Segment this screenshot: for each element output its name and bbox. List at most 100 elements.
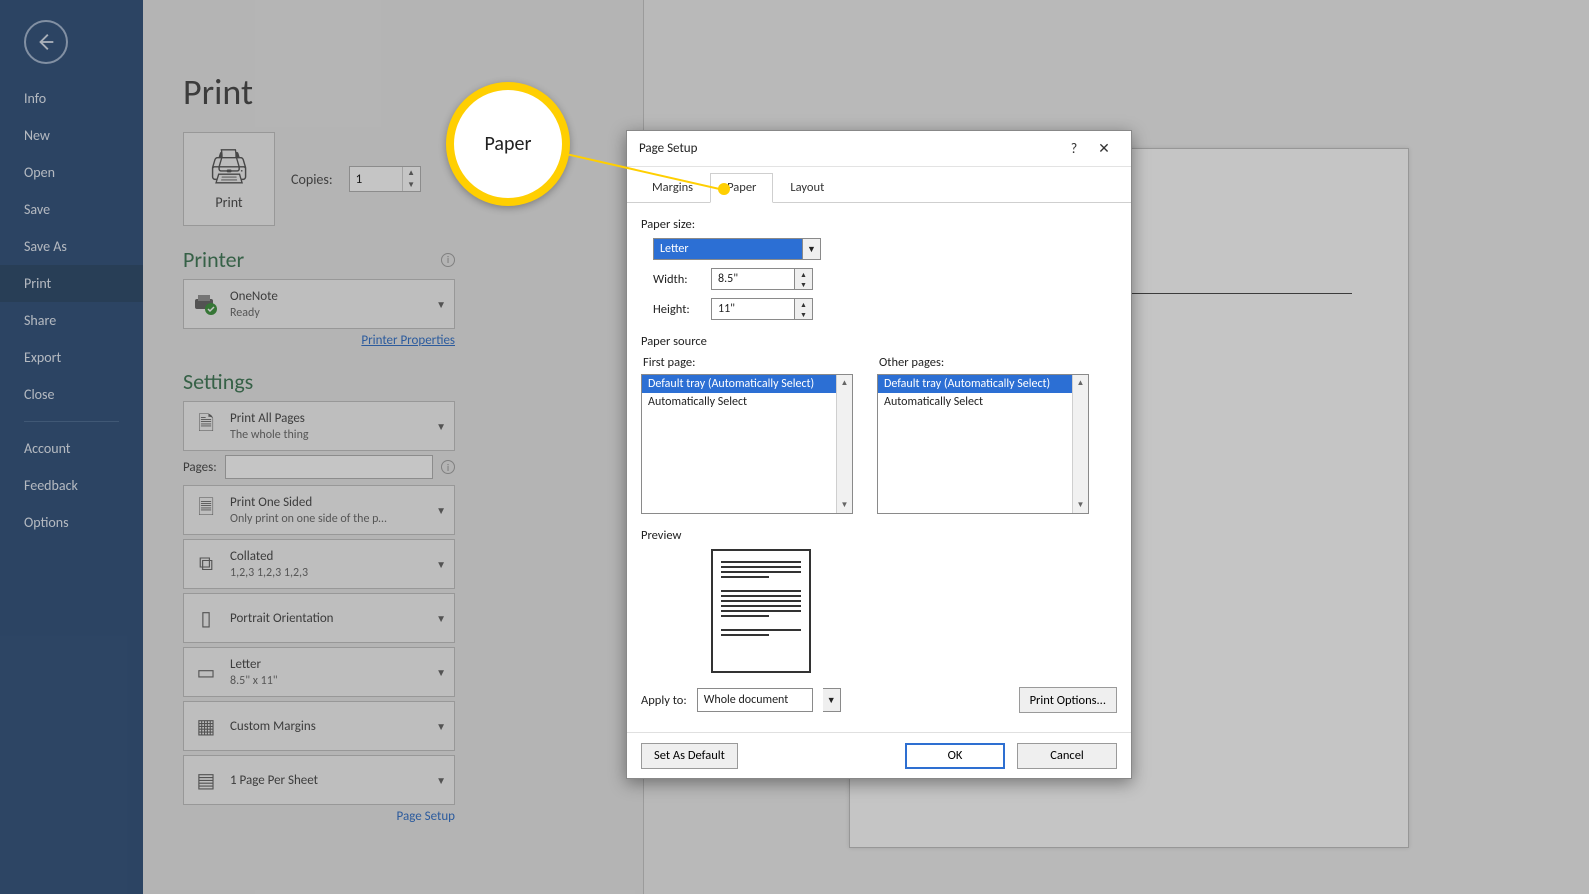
pages-icon: 🗎: [192, 412, 220, 440]
page-setup-dialog: Page Setup ? ✕ Margins Paper Layout Pape…: [626, 130, 1132, 779]
copies-value: 1: [350, 172, 402, 187]
copies-down[interactable]: ▼: [403, 179, 420, 191]
apply-to-label: Apply to:: [641, 693, 687, 708]
info-icon[interactable]: i: [441, 253, 455, 267]
printer-icon: 🖨: [207, 147, 250, 188]
portrait-icon: ▯: [192, 604, 220, 632]
nav-new[interactable]: New: [0, 117, 143, 154]
paper-size-dropdown[interactable]: ▭ Letter 8.5" x 11" ▼: [183, 647, 455, 697]
scrollbar[interactable]: ▲▼: [1072, 375, 1088, 513]
width-down[interactable]: ▼: [795, 279, 812, 289]
print-range-dropdown[interactable]: 🗎 Print All Pages The whole thing ▼: [183, 401, 455, 451]
chevron-down-icon: ▼: [436, 420, 446, 433]
scrollbar[interactable]: ▲▼: [836, 375, 852, 513]
callout-dot: [718, 183, 730, 195]
list-item[interactable]: Automatically Select: [642, 393, 852, 411]
backstage-sidebar: Info New Open Save Save As Print Share E…: [0, 0, 143, 894]
page-setup-link[interactable]: Page Setup: [183, 809, 455, 824]
nav-share[interactable]: Share: [0, 302, 143, 339]
width-spinner[interactable]: 8.5" ▲▼: [711, 268, 813, 290]
nav-save-as[interactable]: Save As: [0, 228, 143, 265]
collate-label: Collated: [230, 549, 273, 564]
margins-label: Custom Margins: [230, 719, 316, 734]
pages-input[interactable]: [225, 455, 433, 479]
width-up[interactable]: ▲: [795, 269, 812, 279]
dialog-close-button[interactable]: ✕: [1089, 134, 1119, 164]
copies-spinner[interactable]: 1 ▲▼: [349, 166, 421, 192]
nav-save[interactable]: Save: [0, 191, 143, 228]
other-pages-label: Other pages:: [879, 355, 1089, 370]
set-as-default-button[interactable]: Set As Default: [641, 743, 738, 769]
ok-button[interactable]: OK: [905, 743, 1005, 769]
tab-layout[interactable]: Layout: [773, 173, 841, 202]
list-item[interactable]: Default tray (Automatically Select): [642, 375, 852, 393]
chevron-down-icon[interactable]: ▼: [823, 688, 841, 712]
pages-label: Pages:: [183, 460, 217, 475]
arrow-left-icon: [35, 31, 57, 53]
print-options-button[interactable]: Print Options...: [1019, 687, 1117, 713]
collate-dropdown[interactable]: ⧉ Collated 1,2,3 1,2,3 1,2,3 ▼: [183, 539, 455, 589]
sheet-icon: ▤: [192, 766, 220, 794]
paper-size-combo[interactable]: Letter ▼: [653, 238, 1117, 260]
page-title: Print: [183, 70, 503, 114]
height-up[interactable]: ▲: [795, 299, 812, 309]
nav-options[interactable]: Options: [0, 504, 143, 541]
sides-sub: Only print on one side of the p…: [230, 512, 426, 526]
pages-per-sheet-dropdown[interactable]: ▤ 1 Page Per Sheet ▼: [183, 755, 455, 805]
height-value: 11": [712, 299, 794, 319]
tab-margins[interactable]: Margins: [635, 173, 710, 202]
margins-icon: ▦: [192, 712, 220, 740]
paper-source-label: Paper source: [641, 334, 1117, 349]
other-pages-tray-list[interactable]: Default tray (Automatically Select) Auto…: [877, 374, 1089, 514]
back-button[interactable]: [24, 20, 68, 64]
one-sided-icon: 🗏: [192, 496, 220, 524]
printer-dropdown[interactable]: OneNote Ready ▼: [183, 279, 455, 329]
margins-dropdown[interactable]: ▦ Custom Margins ▼: [183, 701, 455, 751]
chevron-down-icon[interactable]: ▼: [803, 238, 821, 260]
width-label: Width:: [653, 272, 701, 287]
printer-properties-link[interactable]: Printer Properties: [183, 333, 455, 348]
sides-label: Print One Sided: [230, 495, 312, 510]
apply-to-select[interactable]: Whole document: [697, 688, 813, 712]
paper-size-value: Letter: [653, 238, 803, 260]
chevron-down-icon: ▼: [436, 666, 446, 679]
print-button[interactable]: 🖨 Print: [183, 132, 275, 226]
copies-label: Copies:: [291, 171, 333, 188]
cancel-button[interactable]: Cancel: [1017, 743, 1117, 769]
info-icon[interactable]: i: [441, 460, 455, 474]
nav-open[interactable]: Open: [0, 154, 143, 191]
nav-export[interactable]: Export: [0, 339, 143, 376]
printer-status: Ready: [230, 306, 426, 320]
dialog-help-button[interactable]: ?: [1059, 134, 1089, 164]
collate-sub: 1,2,3 1,2,3 1,2,3: [230, 566, 426, 580]
settings-heading: Settings: [183, 368, 253, 395]
orientation-label: Portrait Orientation: [230, 611, 334, 626]
nav-account[interactable]: Account: [0, 430, 143, 467]
print-button-label: Print: [215, 194, 242, 211]
height-spinner[interactable]: 11" ▲▼: [711, 298, 813, 320]
height-down[interactable]: ▼: [795, 309, 812, 319]
page-preview: [711, 549, 811, 673]
printer-heading: Printer: [183, 246, 244, 273]
sides-dropdown[interactable]: 🗏 Print One Sided Only print on one side…: [183, 485, 455, 535]
page-icon: ▭: [192, 658, 220, 686]
callout-label: Paper: [485, 132, 532, 156]
nav-print[interactable]: Print: [0, 265, 143, 302]
nav-info[interactable]: Info: [0, 80, 143, 117]
copies-up[interactable]: ▲: [403, 167, 420, 179]
nav-close[interactable]: Close: [0, 376, 143, 413]
first-page-tray-list[interactable]: Default tray (Automatically Select) Auto…: [641, 374, 853, 514]
print-range-label: Print All Pages: [230, 411, 305, 426]
orientation-dropdown[interactable]: ▯ Portrait Orientation ▼: [183, 593, 455, 643]
width-value: 8.5": [712, 269, 794, 289]
callout-highlight: Paper: [446, 82, 570, 206]
nav-feedback[interactable]: Feedback: [0, 467, 143, 504]
printer-name: OneNote: [230, 289, 278, 304]
list-item[interactable]: Default tray (Automatically Select): [878, 375, 1088, 393]
paper-size-section-label: Paper size:: [641, 217, 1117, 232]
chevron-down-icon: ▼: [436, 504, 446, 517]
print-range-sub: The whole thing: [230, 428, 426, 442]
dialog-tabs: Margins Paper Layout: [627, 167, 1131, 203]
list-item[interactable]: Automatically Select: [878, 393, 1088, 411]
chevron-down-icon: ▼: [436, 774, 446, 787]
